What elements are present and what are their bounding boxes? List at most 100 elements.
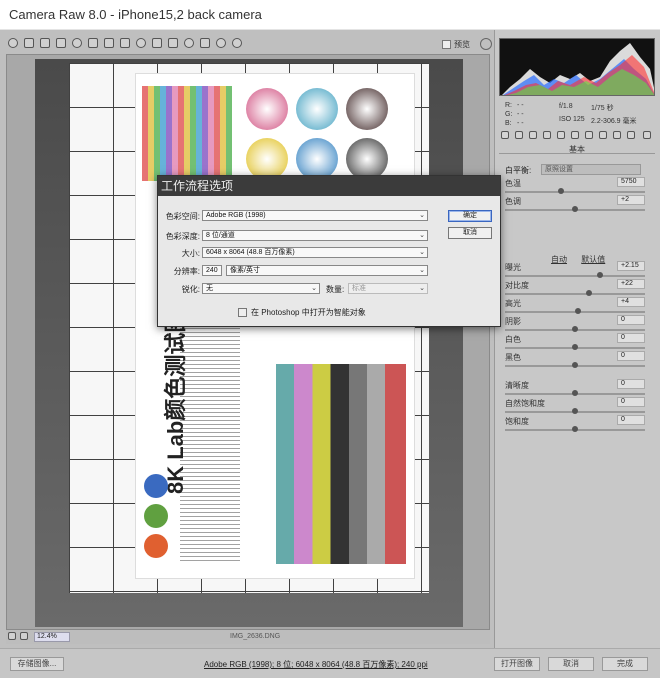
slider-knob[interactable]: [572, 362, 578, 368]
gradient-strips: [276, 364, 406, 564]
rotate-right-icon[interactable]: [232, 38, 242, 48]
radial-filter-icon[interactable]: [184, 38, 194, 48]
open-image-button[interactable]: 打开图像: [494, 657, 540, 671]
slider-knob[interactable]: [572, 344, 578, 350]
dark-sphere: [346, 88, 388, 130]
white-balance-select[interactable]: 原照设置: [541, 164, 641, 175]
ok-button[interactable]: 确定: [448, 210, 492, 222]
adjustment-brush-icon[interactable]: [152, 38, 162, 48]
tone-curve-tab-icon[interactable]: [515, 131, 523, 139]
slider-value-input[interactable]: 0: [617, 351, 645, 361]
sharpen-value: 无: [206, 285, 213, 292]
slider-value-input[interactable]: +4: [617, 297, 645, 307]
preview-checkbox[interactable]: 预览: [442, 39, 470, 50]
color-swatches: [142, 86, 232, 181]
resolution-unit-select[interactable]: 像素/英寸 ⌄: [226, 265, 428, 276]
slider-track[interactable]: [505, 293, 645, 295]
slider-value-input[interactable]: 0: [617, 315, 645, 325]
panel-menu-icon[interactable]: [643, 131, 651, 139]
cancel-button[interactable]: 取消: [548, 657, 594, 671]
sharpen-select[interactable]: 无 ⌄: [202, 283, 320, 294]
rotate-left-icon[interactable]: [216, 38, 226, 48]
straighten-icon[interactable]: [104, 38, 114, 48]
slider-track[interactable]: [505, 191, 645, 193]
r-label: R:: [505, 102, 512, 109]
preferences-icon[interactable]: [200, 38, 210, 48]
slider-knob[interactable]: [586, 290, 592, 296]
grid-paper: 8K Lab颜色测试图: [69, 63, 429, 593]
done-button[interactable]: 完成: [602, 657, 648, 671]
preview-check-icon[interactable]: [442, 40, 451, 49]
smart-object-option[interactable]: 在 Photoshop 中打开为智能对象: [238, 307, 366, 318]
slider-label: 曝光: [505, 263, 521, 272]
slider-label: 黑色: [505, 353, 521, 362]
dialog-cancel-button[interactable]: 取消: [448, 227, 492, 239]
slider-knob[interactable]: [558, 188, 564, 194]
spot-removal-icon[interactable]: [120, 38, 130, 48]
detail-tab-icon[interactable]: [529, 131, 537, 139]
auto-link[interactable]: 自动: [551, 255, 567, 264]
red-eye-icon[interactable]: [136, 38, 146, 48]
shutter-speed: 1/75 秒: [591, 105, 614, 112]
slider-knob[interactable]: [572, 206, 578, 212]
slider-value-input[interactable]: 5750: [617, 177, 645, 187]
camera-calibration-tab-icon[interactable]: [599, 131, 607, 139]
size-label: 大小:: [181, 249, 200, 258]
targeted-adjust-icon[interactable]: [72, 38, 82, 48]
color-space-select[interactable]: Adobe RGB (1998) ⌄: [202, 210, 428, 221]
resolution-label: 分辨率:: [173, 267, 200, 276]
depth-select[interactable]: 8 位/通道 ⌄: [202, 230, 428, 241]
hsl-tab-icon[interactable]: [543, 131, 551, 139]
slider-value-input[interactable]: +2: [617, 195, 645, 205]
zoom-icon[interactable]: [8, 38, 18, 48]
size-value: 6048 x 8064 (48.8 百万像素): [206, 249, 295, 256]
zoom-out-icon[interactable]: [8, 632, 16, 640]
workflow-options-link[interactable]: Adobe RGB (1998); 8 位; 6048 x 8064 (48.8…: [204, 659, 428, 670]
lens-tab-icon[interactable]: [571, 131, 579, 139]
black-sphere: [346, 138, 388, 180]
slider-label: 色温: [505, 179, 521, 188]
smart-object-checkbox[interactable]: [238, 308, 247, 317]
cyan-sphere: [296, 88, 338, 130]
slider-value-input[interactable]: 0: [617, 379, 645, 389]
auto-default-links: 自动 默认值: [551, 254, 617, 265]
effects-tab-icon[interactable]: [585, 131, 593, 139]
slider-value-input[interactable]: +22: [617, 279, 645, 289]
slider-value-input[interactable]: 0: [617, 397, 645, 407]
slider-value-input[interactable]: +2.15: [617, 261, 645, 271]
snapshots-tab-icon[interactable]: [627, 131, 635, 139]
white-balance-icon[interactable]: [40, 38, 50, 48]
basic-tab-icon[interactable]: [501, 131, 509, 139]
slider-row: 饱和度 0: [505, 415, 645, 438]
zoom-level[interactable]: 12.4%: [34, 632, 70, 642]
default-link[interactable]: 默认值: [581, 255, 605, 264]
depth-label: 色彩深度:: [165, 232, 200, 241]
resolution-input[interactable]: 240: [202, 265, 222, 276]
status-strip: 12.4% IMG_2636.DNG: [6, 630, 490, 644]
slider-knob[interactable]: [597, 272, 604, 278]
slider-knob[interactable]: [572, 326, 578, 332]
hand-icon[interactable]: [24, 38, 34, 48]
amount-select: 标准 ⌄: [348, 283, 428, 294]
slider-knob[interactable]: [572, 390, 578, 396]
white-balance-label: 白平衡:: [505, 166, 532, 175]
slider-knob[interactable]: [572, 408, 578, 414]
crop-icon[interactable]: [88, 38, 98, 48]
fullscreen-toggle-icon[interactable]: [480, 38, 492, 50]
zoom-in-icon[interactable]: [20, 632, 28, 640]
slider-knob[interactable]: [574, 308, 581, 314]
graduated-filter-icon[interactable]: [168, 38, 178, 48]
size-select[interactable]: 6048 x 8064 (48.8 百万像素) ⌄: [202, 247, 428, 258]
chevron-down-icon: ⌄: [419, 285, 425, 292]
presets-tab-icon[interactable]: [613, 131, 621, 139]
slider-knob[interactable]: [572, 426, 578, 432]
image-preview[interactable]: 8K Lab颜色测试图: [6, 54, 490, 630]
window-title: Camera Raw 8.0 - iPhone15,2 back camera: [9, 7, 262, 22]
split-toning-tab-icon[interactable]: [557, 131, 565, 139]
panel-tabs: [497, 130, 657, 142]
slider-track[interactable]: [505, 275, 645, 277]
slider-value-input[interactable]: 0: [617, 415, 645, 425]
slider-value-input[interactable]: 0: [617, 333, 645, 343]
color-sampler-icon[interactable]: [56, 38, 66, 48]
save-image-button[interactable]: 存储图像...: [10, 657, 64, 671]
